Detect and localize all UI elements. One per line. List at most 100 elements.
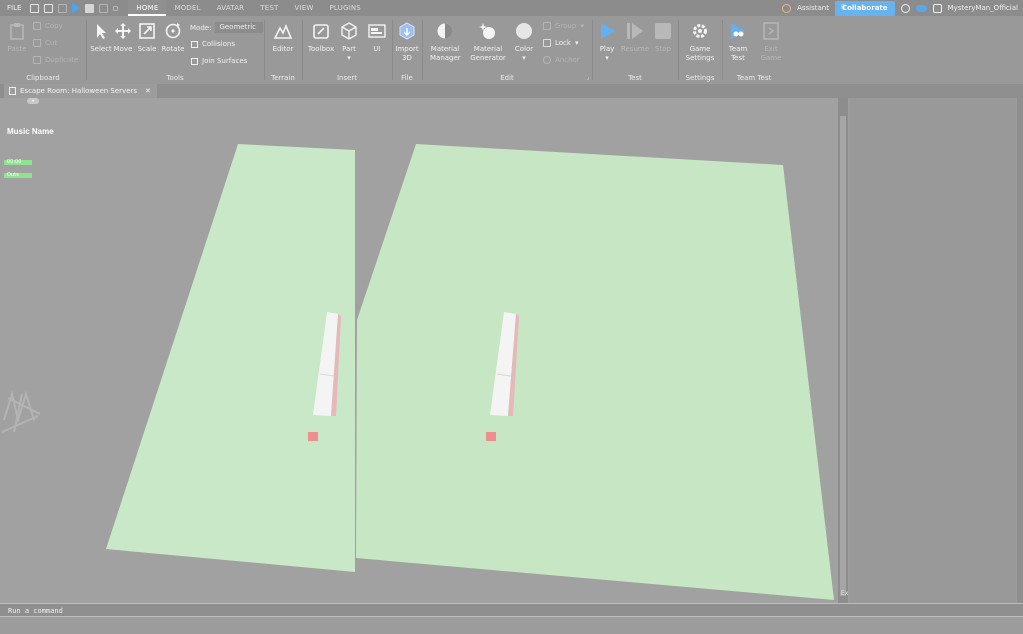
assistant-button[interactable]: Assistant xyxy=(797,4,829,12)
tab-model[interactable]: MODEL xyxy=(166,0,208,16)
ui-button[interactable]: UI xyxy=(362,22,392,54)
open-file-icon[interactable] xyxy=(44,3,54,13)
mode-select[interactable]: Geometric xyxy=(215,22,264,33)
color-button[interactable]: Color ▾ xyxy=(509,22,539,63)
edit-expand-icon[interactable]: ⌟ xyxy=(586,74,589,81)
part-cube-icon xyxy=(341,22,357,40)
team-test-label: Team Test xyxy=(736,74,772,82)
join-surfaces-toggle[interactable]: Join Surfaces xyxy=(191,57,247,65)
help-icon[interactable] xyxy=(900,3,910,13)
new-file-icon[interactable] xyxy=(30,3,40,13)
distant-structure[interactable] xyxy=(1,390,41,433)
team-test-icon xyxy=(731,23,745,39)
scene-canvas[interactable] xyxy=(0,98,838,603)
group-button[interactable]: Group ▾ xyxy=(543,22,584,30)
terrain-editor-button[interactable]: Editor xyxy=(268,22,298,54)
cut-icon xyxy=(33,39,41,47)
paste-button[interactable]: Paste xyxy=(3,22,31,54)
group-icon xyxy=(543,22,551,30)
clipboard-label: Clipboard xyxy=(26,74,60,82)
ribbon-tabs: HOME MODEL AVATAR TEST VIEW PLUGINS xyxy=(128,0,369,16)
spawn-right[interactable] xyxy=(486,432,496,441)
document-tab[interactable]: Escape Room: Halloween Servers ✕ xyxy=(4,84,157,98)
menubar-right: Assistant Collaborate MysteryMan_Officia… xyxy=(782,0,1023,16)
place-file-icon xyxy=(9,87,16,95)
part-dropdown-icon[interactable]: ▾ xyxy=(334,54,364,63)
edit-group: Material Manager Material Generator Colo… xyxy=(422,16,592,84)
exit-game-button[interactable]: Exit Game xyxy=(756,22,786,63)
tab-avatar[interactable]: AVATAR xyxy=(209,0,253,16)
import-3d-button[interactable]: Import 3D xyxy=(392,22,422,63)
menu-bar: FILE HOME MODEL AVATAR TEST VIEW PLUGINS… xyxy=(0,0,1023,16)
panel-scrollbar[interactable] xyxy=(838,98,848,603)
toolbox-button[interactable]: Toolbox xyxy=(306,22,336,54)
quick-stop-icon[interactable] xyxy=(85,3,95,13)
resume-button[interactable]: Resume xyxy=(620,22,650,54)
anchor-icon xyxy=(543,56,551,64)
music-name-label: Music Name xyxy=(7,127,54,136)
part-button[interactable]: Part ▾ xyxy=(334,22,364,63)
baseplate-left[interactable] xyxy=(106,144,355,572)
quick-access-dropdown-icon[interactable] xyxy=(113,5,119,11)
collisions-checkbox[interactable] xyxy=(191,40,198,48)
join-surfaces-checkbox[interactable] xyxy=(191,57,198,65)
collisions-toggle[interactable]: Collisions xyxy=(191,40,235,48)
toolbox-icon xyxy=(313,24,329,39)
file-menu[interactable]: FILE xyxy=(0,4,28,12)
baseplate-right[interactable] xyxy=(356,144,834,600)
duplicate-button[interactable]: Duplicate xyxy=(33,56,78,64)
scale-icon xyxy=(139,23,155,39)
copy-button[interactable]: Copy xyxy=(33,22,63,30)
spawn-left[interactable] xyxy=(308,432,318,441)
ribbon-toolbar: Paste Copy Cut Duplicate Clipboard Selec… xyxy=(0,16,1023,84)
copy-icon xyxy=(33,22,41,30)
team-test-button[interactable]: Team Test xyxy=(723,22,753,63)
undo-icon[interactable] xyxy=(99,3,109,13)
color-dropdown-icon[interactable]: ▾ xyxy=(509,54,539,63)
paste-icon xyxy=(10,23,24,40)
3d-viewport[interactable]: ▾ Music Name 00:00 Outs xyxy=(0,98,838,603)
tab-test[interactable]: TEST xyxy=(252,0,286,16)
tab-plugins[interactable]: PLUGINS xyxy=(321,0,368,16)
lock-icon xyxy=(543,39,551,47)
lock-button[interactable]: Lock ▾ xyxy=(543,39,578,47)
settings-group: Game Settings Settings xyxy=(678,16,722,84)
game-settings-button[interactable]: Game Settings xyxy=(685,22,715,63)
duplicate-icon xyxy=(33,56,41,64)
tools-label: Tools xyxy=(166,74,184,82)
cut-button[interactable]: Cut xyxy=(33,39,57,47)
clipboard-group: Paste Copy Cut Duplicate Clipboard xyxy=(0,16,86,84)
close-tab-icon[interactable]: ✕ xyxy=(145,84,151,98)
username[interactable]: MysteryMan_Official xyxy=(948,4,1018,12)
insert-label: Insert xyxy=(336,74,358,82)
roblox-studio-window: FILE HOME MODEL AVATAR TEST VIEW PLUGINS… xyxy=(0,0,1023,634)
rotate-button[interactable]: Rotate xyxy=(158,22,188,54)
play-icon xyxy=(601,23,615,39)
resume-icon xyxy=(627,23,643,39)
play-button[interactable]: Play ▾ xyxy=(592,22,622,63)
scrollbar-thumb[interactable] xyxy=(840,116,846,596)
anchor-button[interactable]: Anchor xyxy=(543,56,580,64)
stop-button[interactable]: Stop xyxy=(648,22,678,54)
tab-home[interactable]: HOME xyxy=(128,0,167,16)
terrain-group: Editor Terrain xyxy=(264,16,302,84)
quick-play-icon[interactable] xyxy=(72,3,81,13)
share-icon[interactable] xyxy=(932,3,942,13)
publish-icon[interactable] xyxy=(58,3,68,13)
cloud-icon[interactable] xyxy=(915,4,927,12)
terrain-icon xyxy=(273,23,293,39)
command-input[interactable] xyxy=(8,605,608,616)
material-manager-button[interactable]: Material Manager xyxy=(430,22,461,63)
assistant-icon[interactable] xyxy=(782,3,792,13)
play-dropdown-icon[interactable]: ▾ xyxy=(592,54,622,63)
quick-access-toolbar xyxy=(28,3,119,13)
status-bar xyxy=(0,617,1023,634)
music-dropdown-toggle[interactable]: ▾ xyxy=(27,98,39,104)
material-generator-button[interactable]: Material Generator xyxy=(470,22,506,63)
gear-icon xyxy=(693,24,707,38)
test-label: Test xyxy=(628,74,642,82)
stop-icon xyxy=(655,23,671,39)
properties-panel-edge xyxy=(1017,98,1023,603)
tab-view[interactable]: VIEW xyxy=(286,0,321,16)
terrain-label: Terrain xyxy=(271,74,295,82)
